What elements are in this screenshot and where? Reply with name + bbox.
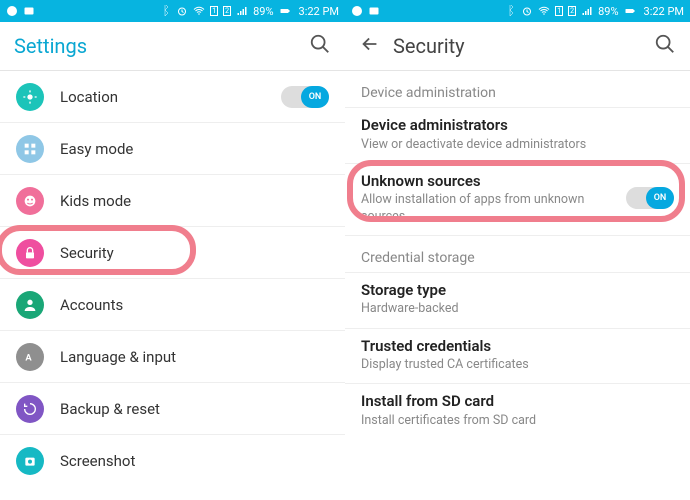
sim1-icon: 1 [210,6,218,16]
settings-pane: 1 2 89% 3:22 PM Settings Location ON [0,0,345,500]
row-backup-reset[interactable]: Backup & reset [0,383,345,435]
app-bar: Security [345,22,690,70]
row-label: Security [60,244,329,262]
status-time: 3:22 PM [644,5,684,18]
screenshot-icon [22,453,38,469]
item-title: Device administrators [361,116,674,136]
search-button[interactable] [654,33,676,59]
search-button[interactable] [309,33,331,59]
settings-list: Location ON Easy mode Kids mode Security [0,71,345,500]
app-notif-icon [6,5,18,17]
page-title: Security [393,34,642,58]
row-language-input[interactable]: A Language & input [0,331,345,383]
item-subtitle: Display trusted CA certificates [361,357,674,373]
picture-icon [368,5,380,17]
row-label: Easy mode [60,140,329,158]
location-toggle[interactable]: ON [281,86,329,108]
item-install-from-sd[interactable]: Install from SD card Install certificate… [345,384,690,439]
backup-icon [22,401,38,417]
easymode-icon [22,141,38,157]
battery-text: 89% [598,5,618,18]
language-icon: A [22,349,38,365]
status-bar: 1 2 89% 3:22 PM [0,0,345,22]
alarm-icon [176,5,188,17]
section-device-admin: Device administration [345,71,690,108]
row-label: Backup & reset [60,400,329,418]
bluetooth-icon [159,5,171,17]
item-storage-type[interactable]: Storage type Hardware-backed [345,273,690,329]
app-notif-icon [351,5,363,17]
row-label: Screenshot [60,452,329,470]
app-bar: Settings [0,22,345,70]
picture-icon [23,5,35,17]
section-credential-storage: Credential storage [345,236,690,273]
search-icon [654,33,676,55]
item-unknown-sources[interactable]: Unknown sources Allow installation of ap… [345,164,690,236]
sim2-icon: 2 [568,6,576,16]
item-subtitle: Allow installation of apps from unknown … [361,192,616,225]
item-trusted-credentials[interactable]: Trusted credentials Display trusted CA c… [345,329,690,385]
battery-icon [279,5,291,17]
row-security[interactable]: Security [0,227,345,279]
security-pane: 1 2 89% 3:22 PM Security Device administ… [345,0,690,500]
item-subtitle: Install certificates from SD card [361,413,674,429]
sim2-icon: 2 [223,6,231,16]
back-button[interactable] [359,33,381,59]
lock-icon [22,245,38,261]
svg-text:A: A [25,352,32,363]
signal-icon [236,5,248,17]
item-title: Storage type [361,281,674,301]
wifi-icon [538,5,550,17]
battery-text: 89% [253,5,273,18]
location-icon [22,89,38,105]
row-label: Location [60,88,265,106]
toggle-text: ON [301,86,329,108]
page-title: Settings [14,34,297,58]
status-time: 3:22 PM [299,5,339,18]
row-accounts[interactable]: Accounts [0,279,345,331]
battery-icon [624,5,636,17]
row-screenshot[interactable]: Screenshot [0,435,345,487]
wifi-icon [193,5,205,17]
row-kids-mode[interactable]: Kids mode [0,175,345,227]
signal-icon [581,5,593,17]
sim1-icon: 1 [555,6,563,16]
kidsmode-icon [22,193,38,209]
item-device-administrators[interactable]: Device administrators View or deactivate… [345,108,690,164]
item-subtitle: View or deactivate device administrators [361,137,674,153]
search-icon [309,33,331,55]
row-label: Language & input [60,348,329,366]
status-bar: 1 2 89% 3:22 PM [345,0,690,22]
alarm-icon [521,5,533,17]
row-label: Kids mode [60,192,329,210]
unknown-sources-toggle[interactable]: ON [626,187,674,209]
item-title: Trusted credentials [361,337,674,357]
row-location[interactable]: Location ON [0,71,345,123]
bluetooth-icon [504,5,516,17]
arrow-left-icon [359,33,381,55]
security-list: Device administration Device administrat… [345,71,690,500]
row-easy-mode[interactable]: Easy mode [0,123,345,175]
item-title: Unknown sources [361,172,616,192]
item-subtitle: Hardware-backed [361,301,674,317]
row-label: Accounts [60,296,329,314]
toggle-text: ON [646,187,674,209]
item-title: Install from SD card [361,392,674,412]
accounts-icon [22,297,38,313]
